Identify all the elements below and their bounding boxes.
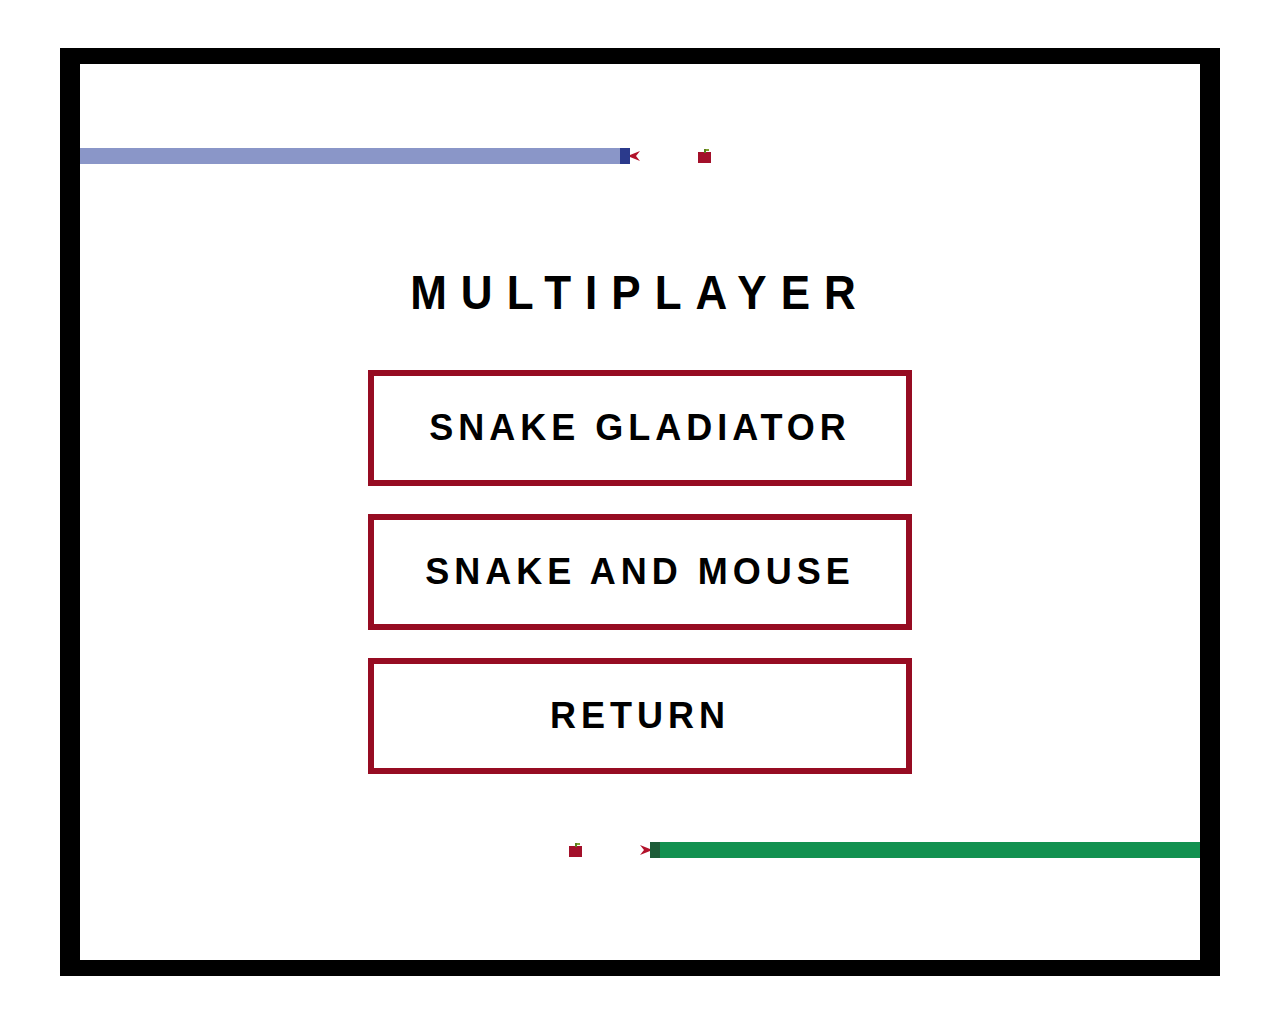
menu-button[interactable]: SNAKE AND MOUSE bbox=[368, 514, 912, 630]
snake-head bbox=[650, 842, 660, 858]
snake-head bbox=[620, 148, 630, 164]
snake-body bbox=[660, 842, 1200, 858]
menu: SNAKE GLADIATOR SNAKE AND MOUSE RETURN bbox=[368, 370, 912, 774]
bottom-snake bbox=[80, 842, 1200, 858]
menu-button[interactable]: SNAKE GLADIATOR bbox=[368, 370, 912, 486]
apple-icon bbox=[569, 843, 582, 857]
tongue-icon bbox=[640, 845, 650, 855]
snake-body bbox=[80, 148, 620, 164]
page: MULTIPLAYER SNAKE GLADIATOR SNAKE AND MOUS… bbox=[0, 0, 1280, 1024]
top-snake bbox=[80, 148, 1200, 164]
game-frame: MULTIPLAYER SNAKE GLADIATOR SNAKE AND MOUS… bbox=[60, 48, 1220, 976]
menu-title: MULTIPLAYER bbox=[80, 261, 1200, 323]
tongue-icon bbox=[630, 151, 640, 161]
apple-icon bbox=[698, 149, 711, 163]
menu-button[interactable]: RETURN bbox=[368, 658, 912, 774]
